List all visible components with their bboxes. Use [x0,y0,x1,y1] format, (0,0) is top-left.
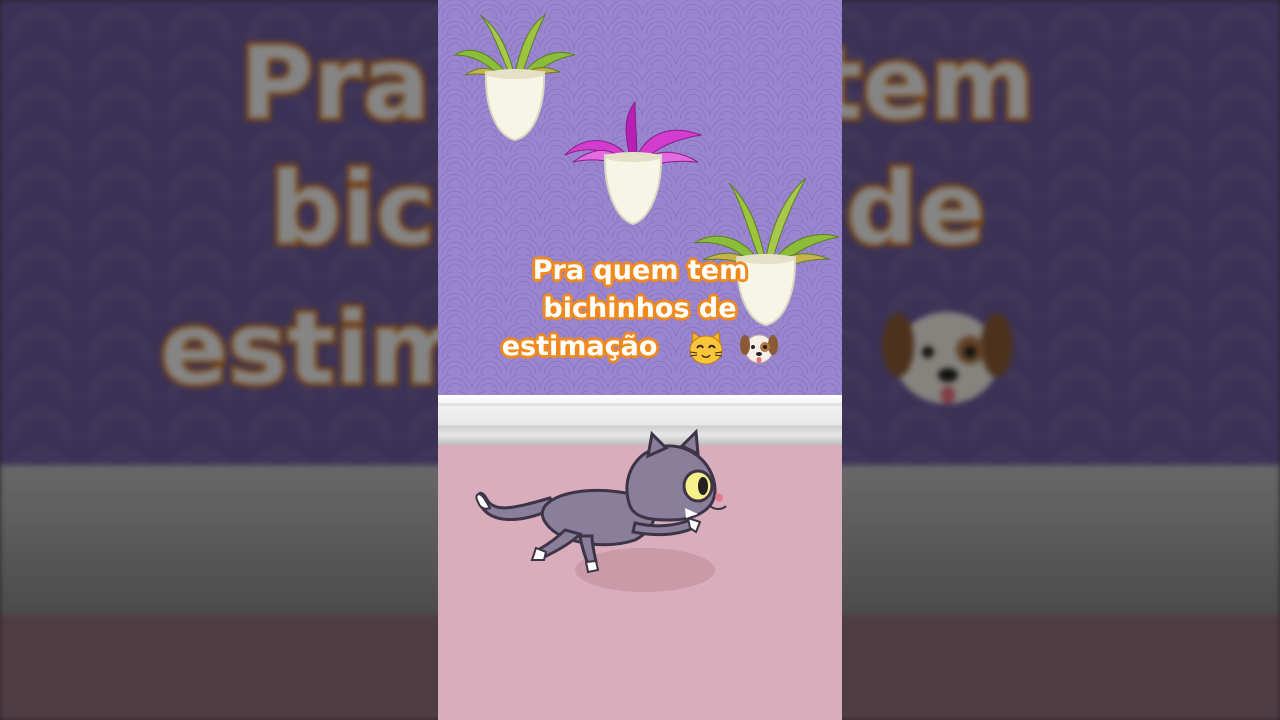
video-frame: Pra quem tem bichinhos de estimação [438,0,842,720]
blurred-dog-icon [882,312,1013,404]
green-plant-pot-left [453,13,576,142]
caption-line-3: estimação [501,331,658,362]
magenta-plant-pot [564,100,703,226]
caption-line-1: Pra quem tem [532,255,748,286]
caption-line-2: bichinhos de [543,293,737,324]
cat-face-icon [689,330,723,364]
dog-face-icon [740,334,779,363]
caption: Pra quem tem bichinhos de estimação [438,252,842,366]
running-cat [475,428,727,592]
caption-line-3-row: estimação [438,328,842,366]
